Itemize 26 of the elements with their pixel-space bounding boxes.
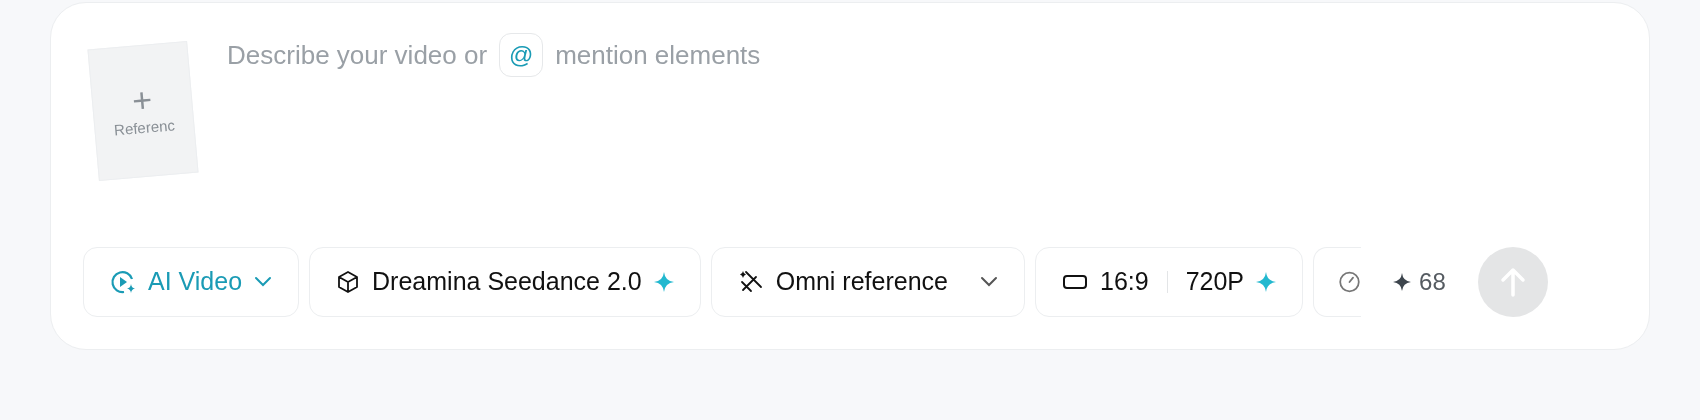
duration-selector[interactable] [1313, 247, 1362, 317]
sparkle-icon [1256, 272, 1277, 292]
sparkle-icon [1393, 273, 1412, 291]
timer-icon [1338, 269, 1362, 295]
aspect-ratio-icon [1062, 273, 1088, 291]
arrow-up-icon [1499, 267, 1526, 297]
resolution-text: 720P [1185, 266, 1245, 298]
placeholder-text: Describe your video or [227, 38, 488, 72]
credits-count: 68 [1419, 267, 1446, 297]
format-selector[interactable]: 16:9 720P [1035, 247, 1304, 317]
play-circle-icon [110, 269, 136, 295]
reference-dropdown[interactable]: Omni reference [710, 247, 1025, 317]
chevron-down-icon [980, 276, 998, 288]
ratio-text: 16:9 [1100, 266, 1149, 298]
cube-icon [336, 270, 361, 294]
reference-upload-tile[interactable]: + Referenc [87, 40, 199, 182]
mode-dropdown[interactable]: AI Video [83, 247, 300, 317]
reference-label: Referenc [113, 115, 176, 141]
placeholder-text: mention elements [555, 38, 761, 72]
plus-icon-text: + [130, 82, 154, 118]
mention-button[interactable]: @ [499, 33, 544, 77]
magic-wand-icon [737, 269, 764, 295]
prompt-field[interactable]: Describe your video or @ mention elements [227, 33, 761, 77]
chevron-down-icon [254, 276, 273, 288]
sparkle-icon [653, 272, 674, 292]
model-selector[interactable]: Dreamina Seedance 2.0 [309, 247, 701, 317]
